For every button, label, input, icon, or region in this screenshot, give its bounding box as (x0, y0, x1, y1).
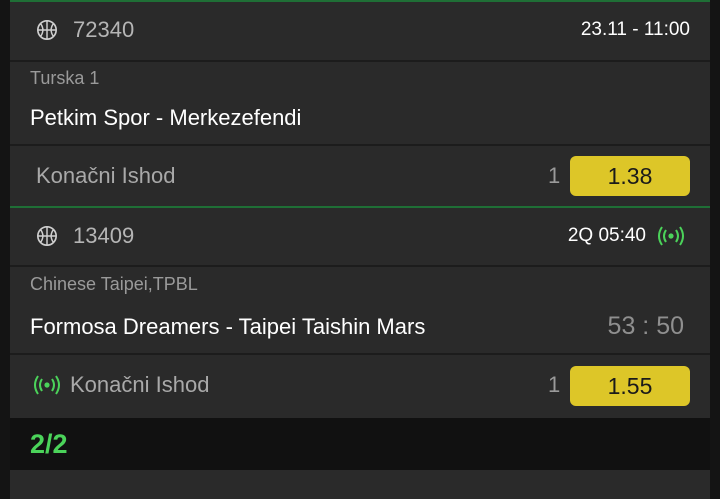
event-info: Chinese Taipei,TPBL Formosa Dreamers - T… (10, 267, 710, 353)
live-broadcast-icon (658, 226, 684, 246)
market-row: Konačni Ishod 1 1.55 (10, 355, 710, 418)
odds-button[interactable]: 1.38 (570, 156, 690, 196)
live-score: 53 : 50 (607, 312, 684, 340)
event-period-clock: 2Q 05:40 (567, 225, 646, 246)
event-datetime: 23.11 - 11:00 (580, 19, 690, 40)
event-info: Turska 1 Petkim Spor - Merkezefendi (10, 62, 710, 144)
page-counter: 2/2 (30, 429, 68, 459)
event-card-1[interactable]: 72340 23.11 - 11:00 Turska 1 Petkim Spor… (10, 2, 710, 206)
match-teams: Petkim Spor - Merkezefendi (30, 105, 302, 130)
event-code: 13409 (73, 223, 135, 248)
market-row: Konačni Ishod 1 1.38 (10, 146, 710, 206)
market-name: Konačni Ishod (36, 163, 176, 188)
pagination-bar: 2/2 (10, 418, 710, 470)
next-card-peek (10, 470, 710, 499)
event-code: 72340 (73, 17, 135, 42)
odds-button[interactable]: 1.55 (570, 366, 690, 406)
event-header: 72340 23.11 - 11:00 (10, 2, 710, 60)
event-card-2[interactable]: 13409 2Q 05:40 Chinese Taipei,TPBL Formo… (10, 208, 710, 418)
outcome-label: 1 (548, 163, 561, 188)
league-name: Turska 1 (30, 68, 100, 88)
match-teams: Formosa Dreamers - Taipei Taishin Mars (30, 314, 426, 339)
market-name: Konačni Ishod (70, 372, 210, 397)
basketball-icon (37, 20, 57, 40)
page: 72340 23.11 - 11:00 Turska 1 Petkim Spor… (0, 0, 720, 499)
league-name: Chinese Taipei,TPBL (30, 274, 198, 294)
live-broadcast-icon (34, 375, 60, 395)
event-header: 13409 2Q 05:40 (10, 208, 710, 265)
basketball-icon (37, 226, 57, 246)
outcome-label: 1 (548, 372, 561, 397)
